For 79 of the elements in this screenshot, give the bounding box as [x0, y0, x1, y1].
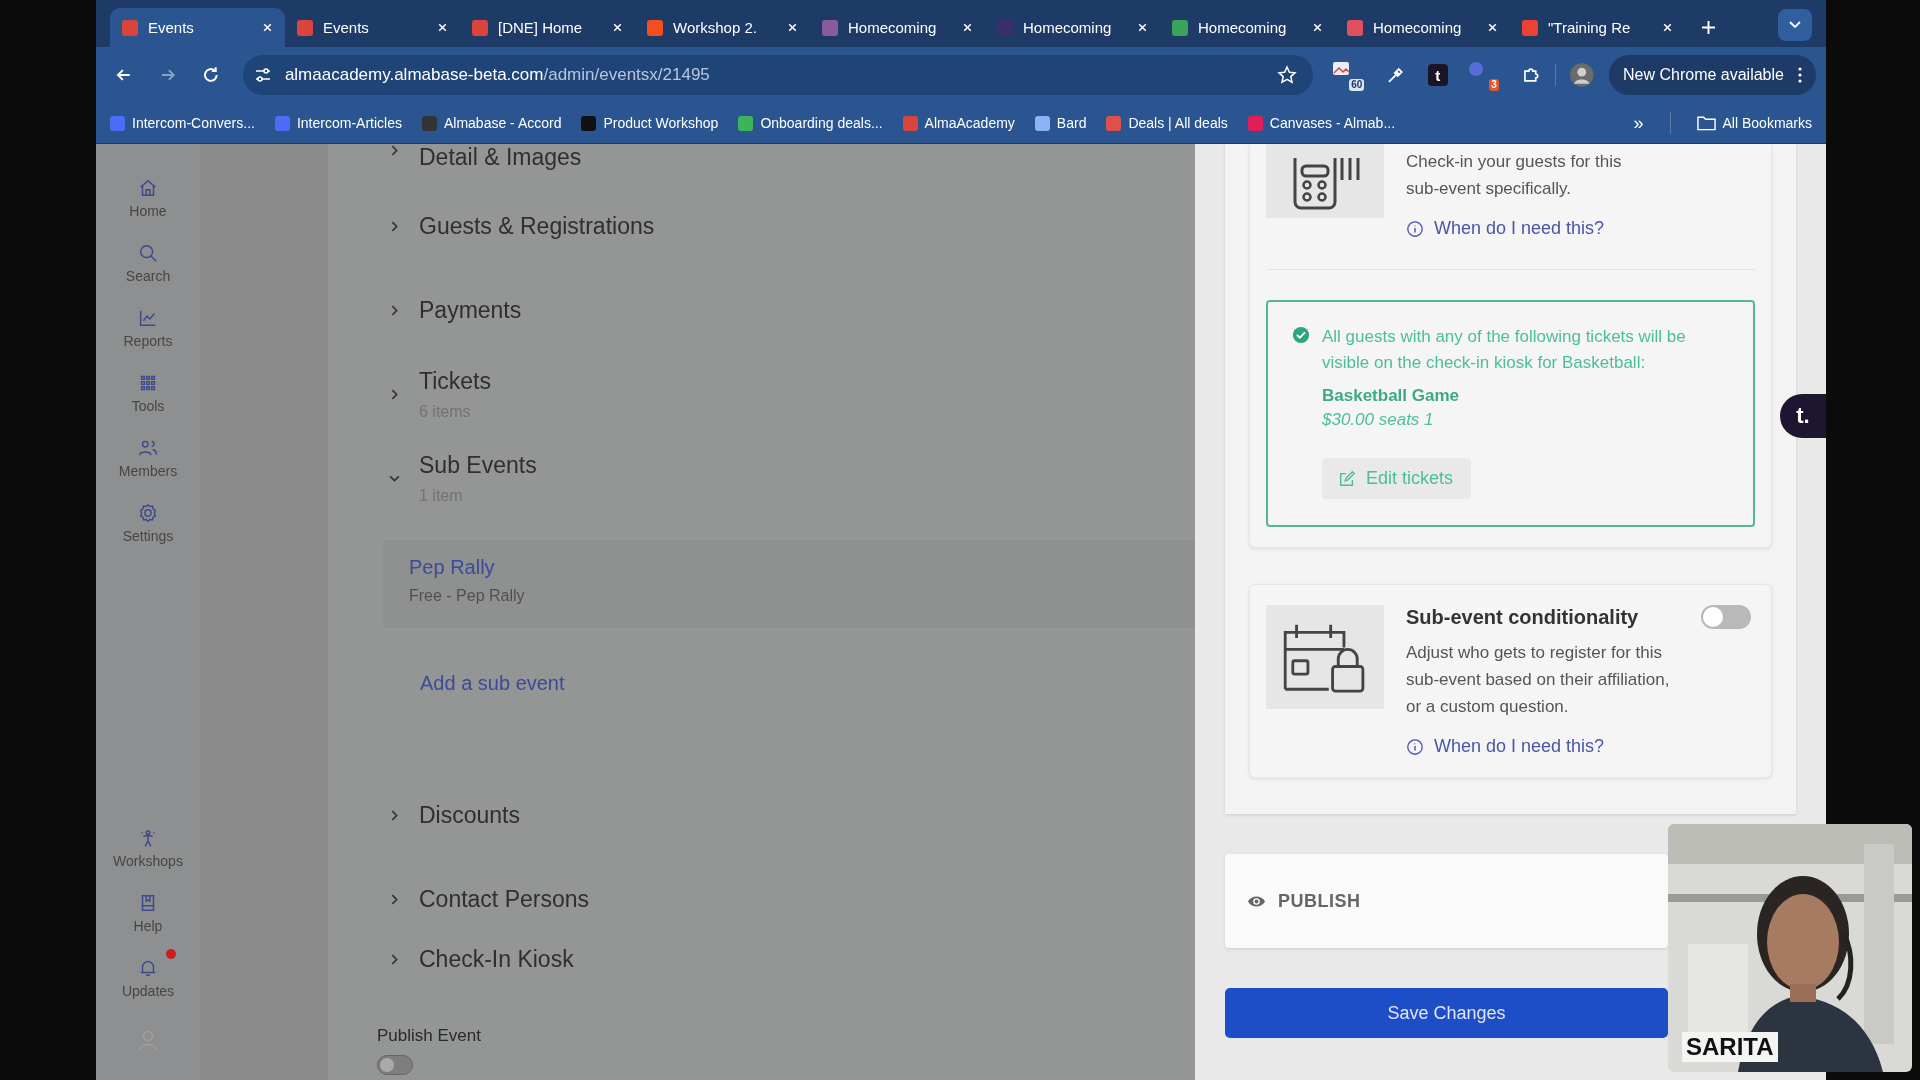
- reload-icon[interactable]: [201, 65, 221, 85]
- ticket-name: Basketball Game: [1322, 386, 1460, 406]
- section-title: Tickets: [419, 367, 491, 395]
- conditionality-description: Adjust who gets to register for this sub-event based on their affiliation, or a custom question.: [1406, 642, 1671, 718]
- accordion-header[interactable]: Discounts: [388, 773, 1195, 857]
- bookmark-item[interactable]: Canvases - Almab...: [1247, 115, 1396, 131]
- settings-icon: [137, 502, 159, 524]
- url-text: almaacademy.almabase-beta.com/admin/eventsx/21495: [284, 65, 711, 85]
- participant-name: SARITA: [1682, 1032, 1778, 1062]
- tab-search-button[interactable]: [1778, 9, 1812, 41]
- close-icon[interactable]: [612, 22, 623, 33]
- info-icon: [1406, 737, 1424, 756]
- close-icon[interactable]: [437, 22, 448, 33]
- update-button[interactable]: New Chrome available: [1609, 55, 1816, 95]
- publish-card[interactable]: PUBLISH: [1225, 854, 1668, 948]
- publish-label: PUBLISH: [1278, 890, 1361, 912]
- card-title: Sub-event conditionality: [1406, 605, 1639, 629]
- close-icon[interactable]: [1312, 22, 1323, 33]
- conditionality-toggle[interactable]: [1701, 605, 1751, 629]
- bookmark-item[interactable]: Intercom-Articles: [274, 115, 402, 131]
- address-bar[interactable]: almaacademy.almabase-beta.com/admin/eventsx/21495: [242, 55, 1313, 95]
- all-bookmarks-button[interactable]: All Bookmarks: [1696, 115, 1812, 131]
- close-icon[interactable]: [787, 22, 798, 33]
- browser-tab[interactable]: Events: [285, 8, 460, 47]
- section-title: Guests & Registrations: [419, 212, 655, 240]
- info-icon: [1406, 219, 1424, 238]
- close-icon[interactable]: [1487, 22, 1498, 33]
- bookmark-item[interactable]: Deals | All deals: [1106, 115, 1228, 131]
- bookmark-item[interactable]: Product Workshop: [581, 115, 719, 131]
- bookmark-item[interactable]: Intercom-Convers...: [110, 115, 255, 131]
- help-link[interactable]: When do I need this?: [1406, 218, 1755, 239]
- close-icon[interactable]: [1662, 22, 1673, 33]
- bookmark-item[interactable]: Almabase - Accord: [421, 115, 562, 131]
- new-tab-icon[interactable]: [1701, 20, 1716, 35]
- browser-tab[interactable]: "Training Re: [1510, 8, 1685, 47]
- search-icon: [137, 242, 159, 264]
- publish-toggle[interactable]: [377, 1055, 413, 1075]
- close-icon[interactable]: [262, 22, 273, 33]
- section-title: Contact Persons: [419, 885, 590, 913]
- more-bookmarks-button[interactable]: »: [1633, 112, 1644, 134]
- section-title: Check-In Kiosk: [419, 945, 574, 973]
- browser-tab[interactable]: Events: [110, 8, 285, 47]
- accordion-header[interactable]: Guests & Registrations: [388, 184, 1195, 268]
- floating-app-button[interactable]: t.: [1780, 394, 1826, 438]
- help-link[interactable]: When do I need this?: [1406, 736, 1755, 757]
- more-icon[interactable]: [1797, 67, 1802, 83]
- ticket-detail: $30.00 seats 1: [1322, 410, 1435, 430]
- section-title: Discounts: [419, 801, 520, 829]
- notice-text: All guests with any of the following tickets will be visible on the check-in kiosk for Basketball:: [1322, 326, 1687, 374]
- accordion-header[interactable]: Check-In Kiosk: [388, 941, 1195, 977]
- browser-tab[interactable]: Workshop 2.: [635, 8, 810, 47]
- section-title: Payments: [419, 296, 522, 324]
- bookmark-item[interactable]: Bard: [1034, 115, 1087, 131]
- bookmark-star-icon[interactable]: [1276, 65, 1297, 85]
- bookmark-item[interactable]: AlmaAcademy: [902, 115, 1015, 131]
- caret-icon: [1789, 21, 1801, 29]
- extension-button[interactable]: t: [1427, 64, 1448, 86]
- browser-tab[interactable]: Homecoming: [1160, 8, 1335, 47]
- edit-icon: [1338, 469, 1356, 488]
- folder-icon: [1696, 115, 1716, 131]
- check-circle-icon: [1292, 326, 1310, 344]
- close-icon[interactable]: [1137, 22, 1148, 33]
- browser-tab[interactable]: [DNE] Home: [460, 8, 635, 47]
- accordion-header[interactable]: Payments: [388, 268, 1195, 352]
- browser-tab[interactable]: Homecoming: [810, 8, 985, 47]
- close-icon[interactable]: [962, 22, 973, 33]
- section-title: Detail & Images: [419, 144, 582, 171]
- accordion-header[interactable]: Detail & Images: [388, 144, 1195, 184]
- save-changes-button[interactable]: Save Changes: [1225, 988, 1668, 1038]
- bookmark-item[interactable]: Onboarding deals...: [738, 115, 883, 131]
- calendar-lock-icon: [1266, 605, 1384, 709]
- browser-tab[interactable]: Homecoming: [1335, 8, 1510, 47]
- section-title: Sub Events: [419, 451, 537, 479]
- home-icon: [137, 177, 159, 199]
- profile-avatar-icon[interactable]: [1569, 62, 1595, 88]
- browser-tab[interactable]: Homecoming: [985, 8, 1160, 47]
- kiosk-description: Check-in your guests for this sub-event specifically.: [1406, 151, 1623, 200]
- publish-event-label: Publish Event: [377, 1026, 482, 1046]
- accordion-header[interactable]: Contact Persons: [388, 857, 1195, 941]
